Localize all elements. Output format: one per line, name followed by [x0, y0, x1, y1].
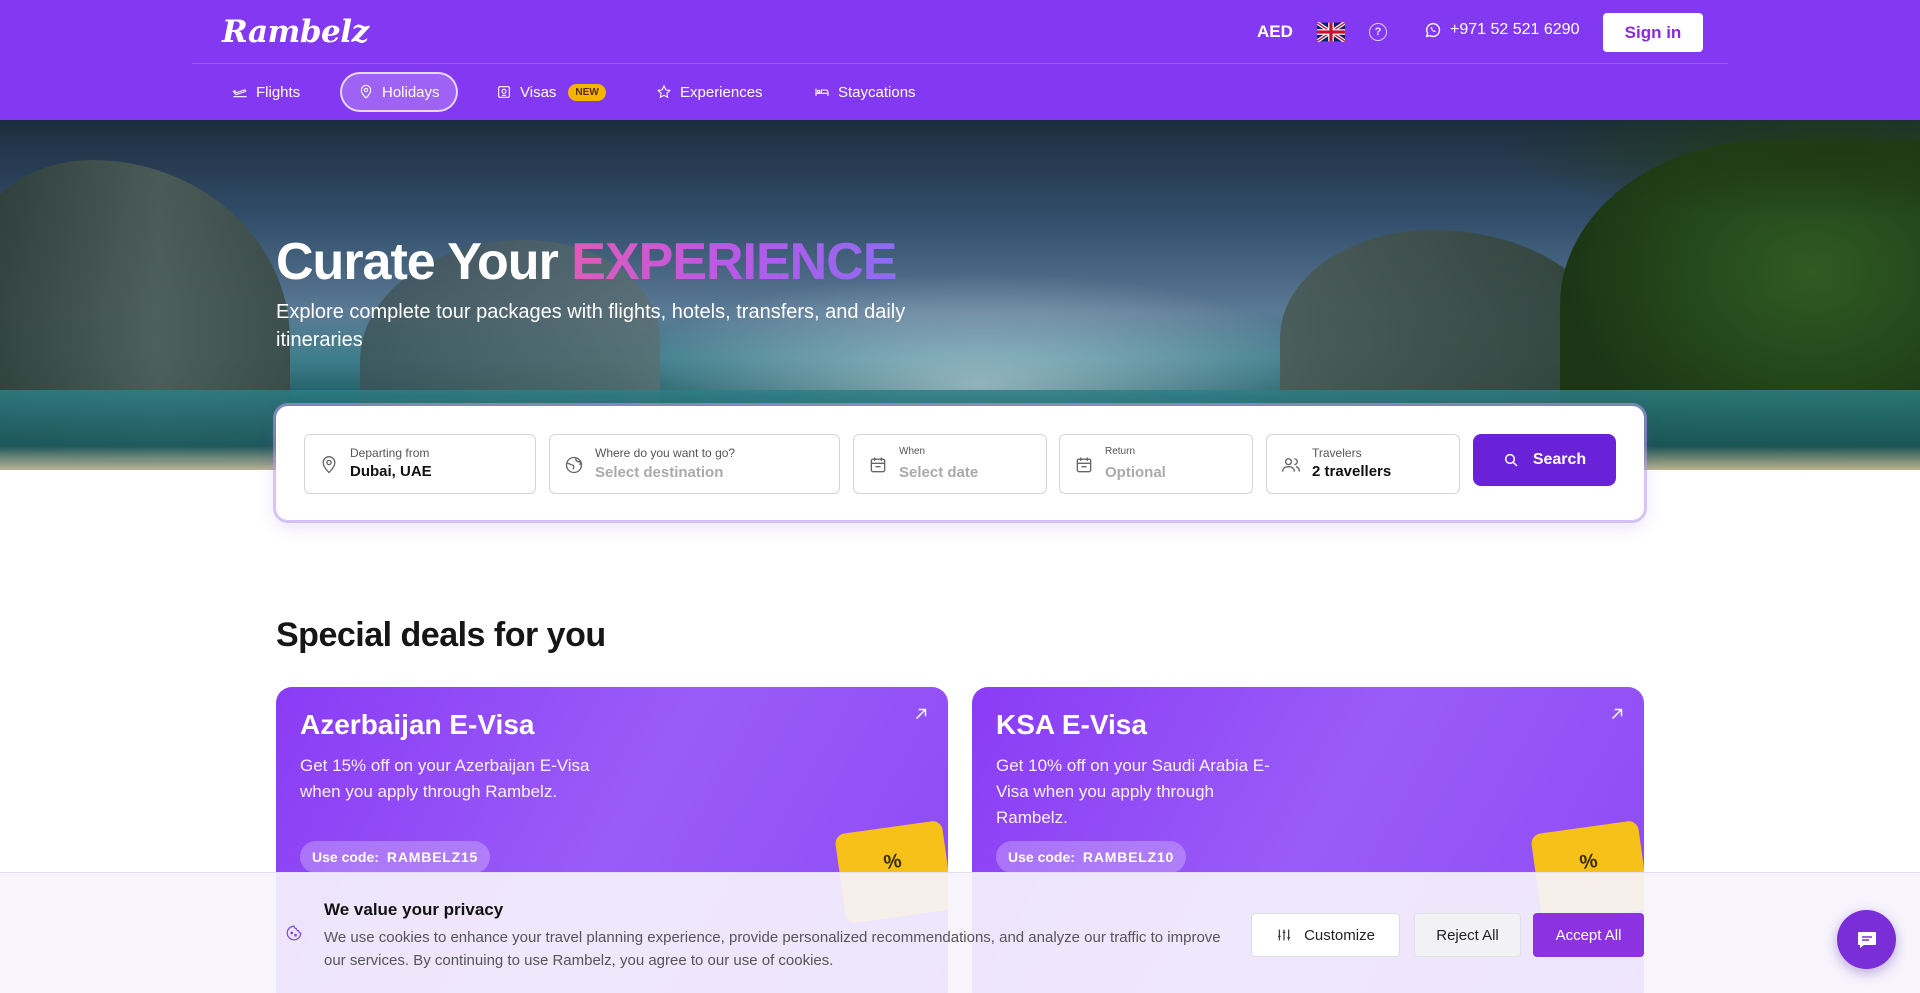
cookie-text: We use cookies to enhance your travel pl…	[324, 929, 1221, 969]
arrow-up-right-icon[interactable]	[1608, 705, 1626, 723]
nav-staycations-label: Staycations	[838, 83, 916, 101]
passport-icon	[498, 86, 510, 98]
return-placeholder: Optional	[1105, 464, 1166, 481]
hero-title: Curate Your EXPERIENCE	[276, 232, 897, 292]
customize-button[interactable]: Customize	[1251, 913, 1400, 957]
nav-visas[interactable]: Visas NEW	[480, 72, 622, 112]
nav-experiences-label: Experiences	[680, 83, 763, 101]
departing-value: Dubai, UAE	[350, 463, 432, 480]
nav-holidays-label: Holidays	[382, 83, 440, 101]
hero-palm-leaves	[1500, 120, 1920, 220]
help-icon[interactable]: ?	[1369, 23, 1387, 41]
cookie-banner: We value your privacy We use cookies to …	[0, 872, 1920, 993]
main-nav: Flights Holidays Visas NEW Experiences S…	[0, 64, 1920, 120]
search-icon	[1504, 453, 1518, 467]
return-label: Return	[1105, 446, 1136, 457]
nav-flights-label: Flights	[256, 83, 301, 101]
users-icon	[1282, 458, 1300, 472]
reject-all-button[interactable]: Reject All	[1414, 913, 1521, 957]
nav-holidays[interactable]: Holidays	[340, 72, 458, 112]
phone-number: +971 52 521 6290	[1450, 21, 1580, 38]
search-button-label: Search	[1532, 451, 1587, 468]
when-label: When	[899, 446, 926, 457]
departing-label: Departing from	[350, 446, 430, 460]
deal-title: Azerbaijan E-Visa	[300, 709, 535, 740]
globe-icon	[565, 456, 583, 474]
promo-code-value: RAMBELZ10	[1082, 849, 1175, 865]
chat-button[interactable]	[1837, 910, 1896, 969]
deal-description: Get 10% off on your Saudi Arabia E-Visa …	[996, 756, 1270, 827]
promo-code-label: Use code:	[312, 849, 379, 865]
return-field[interactable]: Return Optional	[1059, 434, 1253, 494]
plane-icon	[232, 89, 247, 98]
top-bar: Rambelz AED ? +971 52 521 6290 Sign in	[192, 0, 1728, 64]
map-pin-icon	[322, 456, 336, 474]
travelers-value: 2 travellers	[1312, 463, 1392, 480]
cookie-title: We value your privacy	[324, 900, 504, 919]
nav-staycations[interactable]: Staycations	[798, 72, 932, 112]
destination-placeholder: Select destination	[595, 464, 724, 481]
destination-label: Where do you want to go?	[595, 446, 736, 460]
departing-field[interactable]: Departing from Dubai, UAE	[304, 434, 536, 494]
whatsapp-contact[interactable]: +971 52 521 6290	[1424, 21, 1579, 39]
currency-selector[interactable]: AED	[1257, 22, 1293, 42]
site-header: Rambelz AED ? +971 52 521 6290 Sign in F…	[0, 0, 1920, 120]
calendar-icon	[1076, 457, 1092, 473]
new-badge: NEW	[568, 83, 606, 101]
chat-icon	[1857, 931, 1876, 948]
sliders-icon	[1278, 929, 1291, 941]
accept-all-button[interactable]: Accept All	[1533, 913, 1644, 957]
cookie-icon	[286, 925, 302, 941]
nav-visas-label: Visas	[520, 83, 557, 101]
hero-title-prefix: Curate Your	[276, 233, 559, 291]
promo-code[interactable]: Use code: RAMBELZ10	[996, 841, 1187, 873]
arrow-up-right-icon[interactable]	[912, 705, 930, 723]
promo-code-value: RAMBELZ15	[386, 849, 479, 865]
uk-flag-icon[interactable]	[1317, 22, 1345, 42]
map-pin-icon	[360, 84, 372, 99]
sign-in-button[interactable]: Sign in	[1603, 13, 1703, 52]
calendar-icon	[870, 457, 886, 473]
travelers-label: Travelers	[1312, 446, 1362, 460]
customize-label: Customize	[1304, 926, 1375, 944]
search-card: Departing from Dubai, UAE Where do you w…	[276, 406, 1644, 520]
whatsapp-icon	[1425, 23, 1441, 38]
deal-title: KSA E-Visa	[996, 709, 1147, 740]
search-button[interactable]: Search	[1473, 434, 1616, 486]
nav-experiences[interactable]: Experiences	[640, 72, 779, 112]
travelers-field[interactable]: Travelers 2 travellers	[1266, 434, 1460, 494]
promo-code[interactable]: Use code: RAMBELZ15	[300, 841, 491, 873]
bed-icon	[815, 88, 829, 96]
destination-field[interactable]: Where do you want to go? Select destinat…	[549, 434, 840, 494]
nav-flights[interactable]: Flights	[216, 72, 316, 112]
hero-subtitle: Explore complete tour packages with flig…	[276, 301, 906, 351]
when-placeholder: Select date	[899, 464, 979, 481]
when-field[interactable]: When Select date	[853, 434, 1047, 494]
deal-description: Get 15% off on your Azerbaijan E-Visa wh…	[300, 756, 590, 801]
deals-title: Special deals for you	[276, 616, 606, 654]
hero-title-accent: EXPERIENCE	[571, 233, 897, 291]
star-icon	[656, 84, 672, 99]
promo-code-label: Use code:	[1008, 849, 1075, 865]
logo[interactable]: Rambelz	[222, 14, 369, 50]
